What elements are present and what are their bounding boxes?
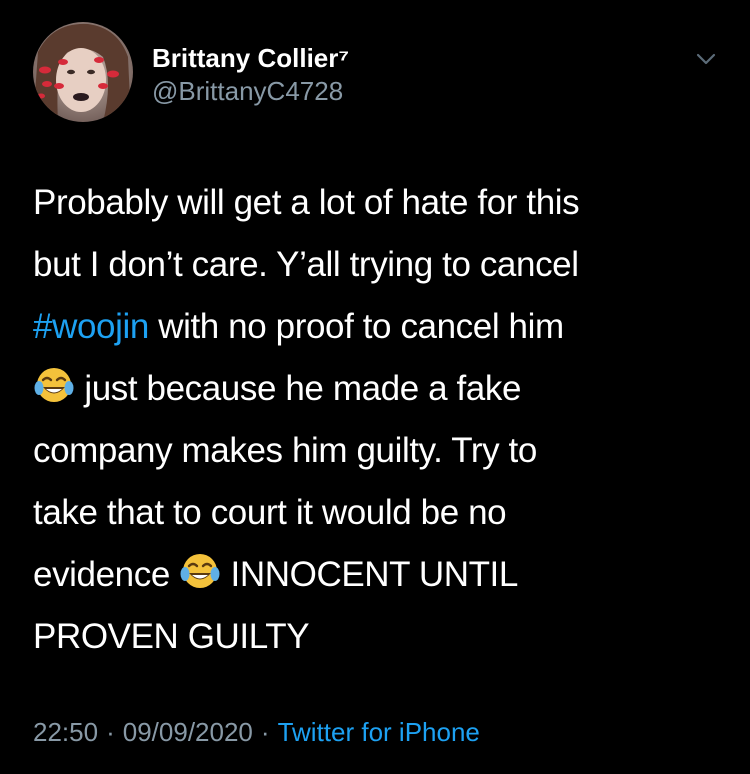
tweet-line: Probably will get a lot of hate for this [33,183,580,222]
tweet-text-segment: just because he made a fake [75,369,522,408]
tweet-line: just because he made a fake [33,358,723,420]
tweet-source-link[interactable]: Twitter for iPhone [278,717,480,747]
tweet-line: but I don’t care. Y’all trying to cancel [33,245,579,284]
hashtag-link[interactable]: #woojin [33,307,149,346]
user-handle[interactable]: @BrittanyC4728 [152,74,349,108]
author-info: Brittany Collier⁷ @BrittanyC4728 [152,42,349,108]
tweet-line: take that to court it would be no [33,493,507,532]
tweet-text-segment: INNOCENT UNTIL [221,555,519,594]
separator-dot: · [106,717,115,747]
tweet-text-segment: evidence [33,555,180,594]
tweet-time[interactable]: 22:50 [33,717,98,747]
tweet-text-segment: with no proof to cancel him [148,307,564,346]
separator-dot: · [260,717,270,747]
tweet-date[interactable]: 09/09/2020 [123,717,253,747]
display-name[interactable]: Brittany Collier⁷ [152,42,349,74]
tweet-card: Brittany Collier⁷ @BrittanyC4728 Probabl… [0,0,750,774]
tweet-line: PROVEN GUILTY [33,617,310,656]
avatar-image [33,22,133,122]
tweet-line: evidence INNOCENT UNTIL [33,544,723,606]
tweet-line: company makes him guilty. Try to [33,431,537,470]
tweet-line: #woojin with no proof to cancel him [33,296,723,358]
face-with-tears-of-joy-emoji [179,550,221,592]
avatar[interactable] [33,22,133,122]
face-with-tears-of-joy-emoji [33,364,75,406]
tweet-text: Probably will get a lot of hate for this… [33,172,723,668]
tweet-metadata: 22:50 · 09/09/2020 · Twitter for iPhone [33,714,480,750]
chevron-down-icon[interactable] [692,48,720,70]
